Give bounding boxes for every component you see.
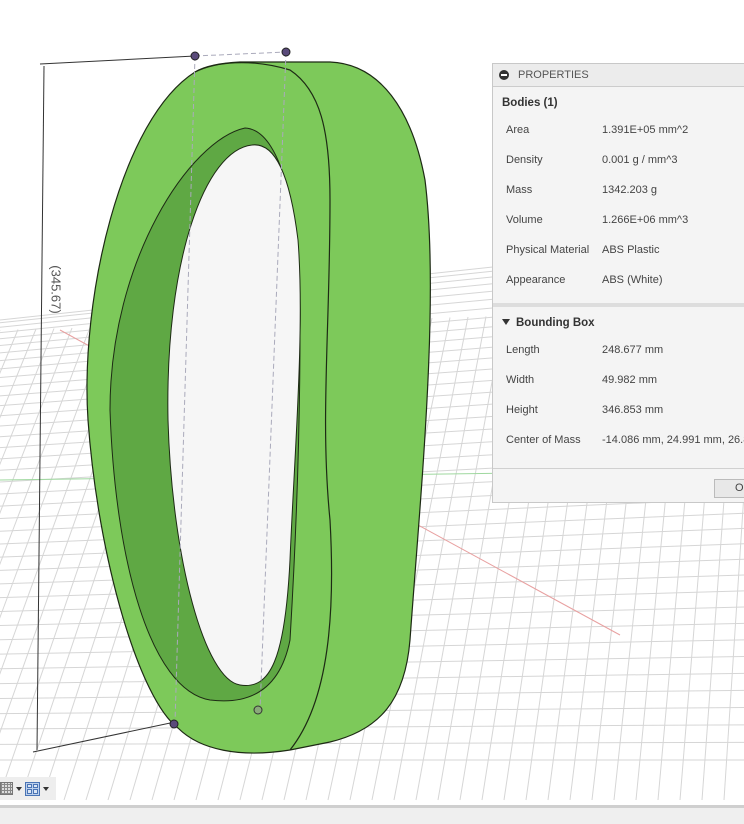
- panel-header[interactable]: PROPERTIES: [493, 64, 744, 87]
- property-label: Physical Material: [506, 244, 590, 256]
- ok-button[interactable]: OK: [714, 479, 744, 498]
- property-value: 1.391E+05 mm^2: [602, 124, 689, 136]
- center-point: [253, 705, 263, 715]
- property-value: ABS (White): [602, 274, 663, 286]
- chevron-down-icon[interactable]: [16, 786, 22, 791]
- panel-footer: OK: [493, 468, 744, 504]
- dimension-point: [169, 719, 179, 729]
- chevron-down-icon[interactable]: [43, 786, 49, 791]
- collapse-icon[interactable]: [499, 70, 509, 80]
- bodies-heading: Bodies (1): [502, 97, 558, 109]
- viewport-toolbar: [0, 777, 56, 800]
- property-row: Volume 1.266E+06 mm^3: [493, 205, 744, 235]
- bounding-box-label: Bounding Box: [516, 317, 595, 329]
- property-row: Density 0.001 g / mm^3: [493, 145, 744, 175]
- property-row: Width 49.982 mm: [493, 365, 744, 395]
- property-label: Appearance: [506, 274, 566, 286]
- property-row: Physical Material ABS Plastic: [493, 235, 744, 265]
- property-row: Center of Mass -14.086 mm, 24.991 mm, 26.…: [493, 425, 744, 455]
- dimension-point: [190, 51, 200, 61]
- viewports-icon[interactable]: [25, 781, 40, 796]
- property-value: 1342.203 g: [602, 184, 658, 196]
- property-row: Appearance ABS (White): [493, 265, 744, 295]
- property-label: Height: [506, 404, 538, 416]
- grid-line: [0, 329, 19, 375]
- property-label: Center of Mass: [506, 434, 581, 446]
- property-label: Mass: [506, 184, 533, 196]
- expand-triangle-icon[interactable]: [502, 319, 510, 325]
- grid-line: [415, 315, 505, 801]
- property-value: -14.086 mm, 24.991 mm, 26.8: [602, 434, 744, 446]
- property-row: Length 248.677 mm: [493, 335, 744, 365]
- dimension-label[interactable]: (345.67): [49, 265, 64, 313]
- property-label: Area: [506, 124, 530, 136]
- property-value: 1.266E+06 mm^3: [602, 214, 689, 226]
- property-value: 346.853 mm: [602, 404, 664, 416]
- property-value: 0.001 g / mm^3: [602, 154, 678, 166]
- property-label: Density: [506, 154, 543, 166]
- property-row: Mass 1342.203 g: [493, 175, 744, 205]
- status-bar: [0, 808, 744, 824]
- grid-icon[interactable]: [0, 782, 13, 795]
- grid-line: [0, 724, 744, 730]
- property-value: ABS Plastic: [602, 244, 660, 256]
- property-value: 49.982 mm: [602, 374, 658, 386]
- property-value: 248.677 mm: [602, 344, 664, 356]
- panel-title: PROPERTIES: [518, 69, 589, 81]
- property-label: Length: [506, 344, 540, 356]
- property-row: Height 346.853 mm: [493, 395, 744, 425]
- property-label: Width: [506, 374, 535, 386]
- property-row: Area 1.391E+05 mm^2: [493, 115, 744, 145]
- property-label: Volume: [506, 214, 543, 226]
- dimension-point: [281, 47, 291, 57]
- bounding-box-heading[interactable]: Bounding Box: [493, 307, 744, 335]
- properties-panel: PROPERTIES Bodies (1) Area 1.391E+05 mm^2…: [492, 63, 744, 503]
- grid-line: [0, 741, 744, 745]
